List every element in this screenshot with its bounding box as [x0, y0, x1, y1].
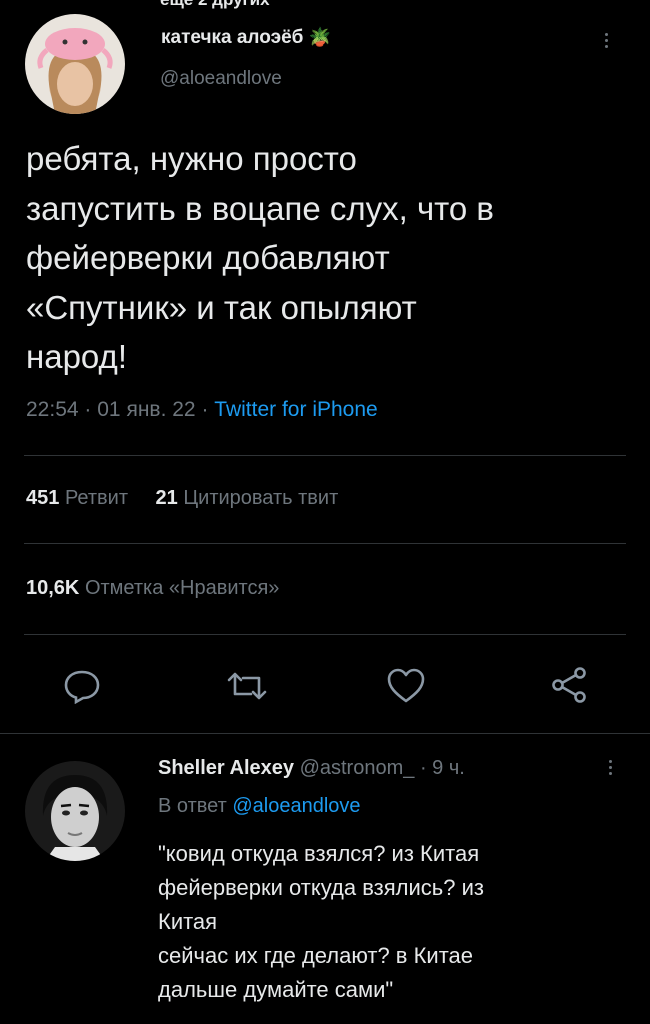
- tweet-text-line: ребята, нужно просто: [26, 140, 357, 177]
- retweets-count: 451: [26, 487, 60, 509]
- retweets-stat[interactable]: 451 Ретвит: [26, 487, 134, 509]
- meta-separator: ·: [84, 398, 92, 421]
- section-divider: [0, 733, 650, 734]
- tweet-date[interactable]: 01 янв. 22: [97, 398, 195, 421]
- more-options-icon[interactable]: [600, 30, 612, 51]
- author-name-row[interactable]: катечка алоэёб 🪴: [161, 27, 331, 49]
- reply-text-line: "ковид откуда взялся? из Китая: [158, 841, 480, 866]
- retweets-label: Ретвит: [64, 487, 128, 509]
- reply-separator: ·: [419, 757, 427, 779]
- author-avatar[interactable]: [25, 14, 125, 114]
- reply-author-handle[interactable]: @astronom_: [300, 757, 415, 779]
- tweet-text-line: фейерверки добавляют: [26, 239, 390, 276]
- divider: [24, 634, 626, 635]
- like-icon[interactable]: [385, 667, 427, 710]
- reply-text-line: сейчас их где делают? в Китае: [158, 943, 474, 968]
- tweet-text: ребята, нужно просто запустить в воцапе …: [26, 134, 626, 382]
- tweet-time[interactable]: 22:54: [26, 398, 79, 421]
- tweet-meta: 22:54 · 01 янв. 22 · Twitter for iPhone: [26, 398, 378, 422]
- reply-text: "ковид откуда взялся? из Китая фейерверк…: [158, 837, 628, 1007]
- counts-row: 451 Ретвит 21 Цитировать твит: [26, 487, 338, 510]
- reply-text-line: фейерверки откуда взялись? из: [158, 875, 484, 900]
- author-avatar-image: [25, 14, 125, 114]
- tweet-text-line: народ!: [26, 338, 127, 375]
- replying-to-handle[interactable]: @aloeandlove: [232, 795, 360, 817]
- likes-label: Отметка «Нравится»: [84, 577, 280, 599]
- replying-to: В ответ @aloeandlove: [158, 795, 361, 818]
- tweet-text-line: «Спутник» и так опыляют: [26, 288, 417, 326]
- retweet-icon[interactable]: [225, 668, 269, 709]
- reply-text-line: дальше думайте сами": [158, 977, 394, 1002]
- likes-count: 10,6K: [26, 577, 80, 599]
- context-header[interactable]: ещё 2 других: [160, 0, 270, 10]
- reply-header: Sheller Alexey @astronom_ · 9 ч.: [158, 757, 465, 780]
- reply-author-name[interactable]: Sheller Alexey: [158, 757, 294, 779]
- reply-text-line: Китая: [158, 909, 218, 934]
- tweet-text-line: запустить в воцапе слух, что в: [26, 189, 494, 227]
- divider: [24, 543, 626, 544]
- reply-author-avatar[interactable]: [25, 761, 125, 861]
- meta-separator: ·: [201, 398, 209, 421]
- quotes-stat[interactable]: 21 Цитировать твит: [156, 487, 339, 509]
- quotes-count: 21: [155, 487, 178, 509]
- likes-stat[interactable]: 10,6K Отметка «Нравится»: [26, 577, 279, 600]
- quotes-label: Цитировать твит: [183, 487, 339, 509]
- reply-time[interactable]: 9 ч.: [432, 757, 465, 779]
- replying-prefix: В ответ: [158, 795, 227, 817]
- author-handle[interactable]: @aloeandlove: [160, 68, 282, 90]
- author-name: катечка алоэёб: [161, 27, 304, 48]
- reply-avatar-image: [25, 761, 125, 861]
- plant-emoji-icon: 🪴: [308, 27, 332, 47]
- tweet-source[interactable]: Twitter for iPhone: [214, 398, 377, 421]
- share-icon[interactable]: [550, 665, 590, 710]
- reply-more-options-icon[interactable]: [604, 757, 616, 778]
- divider: [24, 455, 626, 456]
- reply-icon[interactable]: [62, 668, 102, 709]
